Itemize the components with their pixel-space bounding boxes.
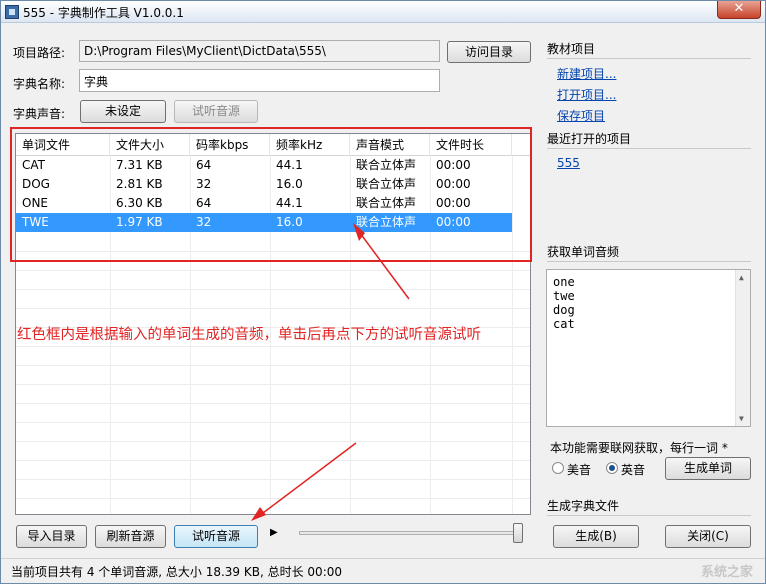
word-line: twe — [553, 289, 575, 303]
open-project-link[interactable]: 打开项目... — [557, 86, 616, 103]
main-window: 555 - 字典制作工具 V1.0.0.1 ✕ 项目路径: D:\Program… — [0, 0, 766, 584]
scroll-down-icon[interactable]: ▼ — [739, 414, 744, 423]
generate-section-title: 生成字典文件 — [547, 499, 620, 513]
preview-source-button[interactable]: 试听音源 — [174, 525, 258, 548]
radio-us[interactable] — [552, 462, 564, 474]
playback-slider[interactable] — [299, 531, 523, 535]
words-textarea[interactable]: one twe dog cat ▲ ▼ — [546, 269, 751, 427]
network-note: 本功能需要联网获取，每行一词 * — [550, 441, 728, 455]
watermark: 系统之家 — [700, 565, 753, 580]
refresh-sources-button[interactable]: 刷新音源 — [95, 525, 166, 548]
slider-thumb[interactable] — [513, 523, 523, 543]
audio-section-title: 获取单词音频 — [547, 245, 620, 259]
word-line: dog — [553, 303, 575, 317]
play-icon[interactable]: ▶ — [270, 527, 278, 538]
status-bar: 当前项目共有 4 个单词音源, 总大小 18.39 KB, 总时长 00:00 … — [1, 558, 765, 583]
close-button[interactable]: 关闭(C) — [665, 525, 751, 548]
word-line: one — [553, 275, 575, 289]
save-project-link[interactable]: 保存项目 — [557, 107, 605, 124]
scroll-up-icon[interactable]: ▲ — [739, 273, 744, 282]
new-project-link[interactable]: 新建项目... — [557, 65, 616, 82]
radio-us-label[interactable]: 美音 — [567, 461, 591, 478]
radio-uk[interactable] — [606, 462, 618, 474]
status-text: 当前项目共有 4 个单词音源, 总大小 18.39 KB, 总时长 00:00 — [11, 565, 343, 579]
recent-project-link[interactable]: 555 — [557, 156, 580, 170]
generate-words-button[interactable]: 生成单词 — [665, 457, 751, 480]
project-section-title: 教材项目 — [547, 42, 596, 56]
radio-uk-label[interactable]: 英音 — [621, 461, 645, 478]
generate-button[interactable]: 生成(B) — [553, 525, 639, 548]
word-line: cat — [553, 317, 575, 331]
textarea-scrollbar[interactable]: ▲ ▼ — [735, 270, 750, 426]
recent-section-title: 最近打开的项目 — [547, 132, 632, 146]
import-directory-button[interactable]: 导入目录 — [16, 525, 87, 548]
